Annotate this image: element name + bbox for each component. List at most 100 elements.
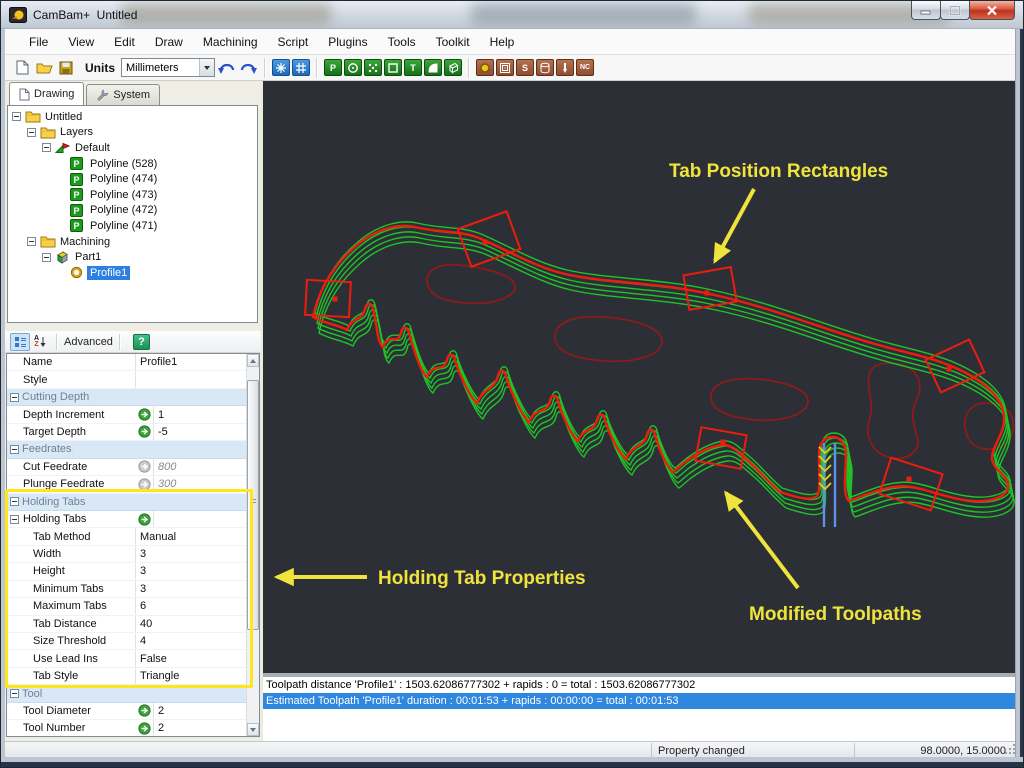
tab-system[interactable]: System: [86, 84, 160, 105]
property-row[interactable]: Width 3: [7, 546, 246, 563]
property-row[interactable]: Tool Number 2: [7, 720, 246, 737]
property-row[interactable]: Plunge Feedrate 300: [7, 476, 246, 493]
property-row[interactable]: Name Profile1: [7, 354, 246, 371]
categorized-view-button[interactable]: [10, 333, 30, 351]
tree-item[interactable]: P Polyline (472): [8, 203, 257, 219]
draw-text-button[interactable]: T: [404, 59, 422, 76]
tree-item[interactable]: Untitled: [8, 109, 257, 125]
property-value[interactable]: [153, 511, 246, 527]
property-value[interactable]: Profile1: [135, 354, 153, 370]
view-3d-button[interactable]: [444, 59, 462, 76]
tree-expander[interactable]: [42, 253, 51, 262]
tree-item[interactable]: Profile1: [8, 265, 257, 281]
property-value[interactable]: 300: [153, 476, 246, 492]
property-row[interactable]: Size Threshold 4: [7, 633, 246, 650]
drawing-canvas[interactable]: Tab Position Rectangles Holding Tab Prop…: [263, 81, 1015, 673]
menu-item[interactable]: Edit: [104, 29, 145, 55]
menu-item[interactable]: Help: [480, 29, 525, 55]
op-engrave-button[interactable]: S: [516, 59, 534, 76]
value-source-icon[interactable]: [135, 408, 153, 421]
row-expander[interactable]: [10, 689, 19, 698]
property-value[interactable]: [85, 494, 90, 510]
property-row[interactable]: Tab Distance 40: [7, 616, 246, 633]
draw-circle-button[interactable]: [344, 59, 362, 76]
property-value[interactable]: 4: [135, 633, 153, 649]
draw-rectangle-button[interactable]: [384, 59, 402, 76]
row-expander[interactable]: [10, 393, 19, 402]
tree-item[interactable]: Part1: [8, 249, 257, 265]
close-button[interactable]: [969, 1, 1015, 20]
property-row[interactable]: Depth Increment 1: [7, 406, 246, 423]
row-expander[interactable]: [10, 445, 19, 454]
property-row[interactable]: Use Lead Ins False: [7, 650, 246, 667]
property-value[interactable]: Triangle: [135, 668, 153, 684]
tree-item[interactable]: P Polyline (473): [8, 187, 257, 203]
tree-item[interactable]: Layers: [8, 125, 257, 141]
property-value[interactable]: 3: [135, 563, 153, 579]
units-dropdown[interactable]: Millimeters: [121, 58, 215, 77]
minimize-button[interactable]: [911, 1, 941, 20]
property-row[interactable]: Holding Tabs: [7, 511, 246, 528]
property-row[interactable]: Height 3: [7, 563, 246, 580]
tree-expander[interactable]: [27, 128, 36, 137]
property-value[interactable]: 800: [153, 459, 246, 475]
grid-icon[interactable]: [292, 59, 310, 76]
property-row[interactable]: Cutting Depth: [7, 389, 246, 406]
row-expander[interactable]: [10, 497, 19, 506]
property-row[interactable]: Style: [7, 371, 246, 388]
property-row[interactable]: Tool: [7, 685, 246, 702]
tree-expander[interactable]: [42, 143, 51, 152]
property-row[interactable]: Tab Method Manual: [7, 528, 246, 545]
chevron-down-icon[interactable]: [199, 59, 214, 76]
tree-item[interactable]: P Polyline (528): [8, 156, 257, 172]
value-source-icon[interactable]: [135, 704, 153, 717]
property-value[interactable]: 40: [135, 616, 153, 632]
tree-expander[interactable]: [12, 112, 21, 121]
property-row[interactable]: Holding Tabs: [7, 494, 246, 511]
undo-button[interactable]: [215, 57, 237, 79]
menu-item[interactable]: Draw: [145, 29, 193, 55]
tree-item[interactable]: P Polyline (474): [8, 171, 257, 187]
property-value[interactable]: 3: [135, 546, 153, 562]
property-value[interactable]: -5: [153, 424, 246, 440]
property-row[interactable]: Cut Feedrate 800: [7, 459, 246, 476]
alphabetical-sort-button[interactable]: AZ: [30, 333, 50, 351]
property-value[interactable]: 6: [135, 598, 153, 614]
op-3d-profile-button[interactable]: [536, 59, 554, 76]
property-row[interactable]: Feedrates: [7, 441, 246, 458]
toolpath-distance-message[interactable]: Toolpath distance 'Profile1' : 1503.6208…: [263, 677, 1017, 693]
help-button[interactable]: ?: [133, 334, 150, 350]
value-source-icon[interactable]: [135, 513, 153, 526]
new-file-button[interactable]: [11, 57, 33, 79]
op-profile-button[interactable]: [476, 59, 494, 76]
value-source-icon-default[interactable]: [135, 460, 153, 473]
draw-polyline-button[interactable]: P: [324, 59, 342, 76]
snap-points-icon[interactable]: [272, 59, 290, 76]
property-value[interactable]: 1: [153, 406, 246, 422]
menu-item[interactable]: Plugins: [318, 29, 377, 55]
draw-points-button[interactable]: [364, 59, 382, 76]
menu-item[interactable]: File: [19, 29, 58, 55]
maximize-button[interactable]: [940, 1, 970, 20]
property-value[interactable]: False: [135, 650, 153, 666]
properties-scrollbar[interactable]: [246, 354, 259, 736]
menu-item[interactable]: Machining: [193, 29, 268, 55]
open-file-button[interactable]: [33, 57, 55, 79]
tree-expander[interactable]: [27, 237, 36, 246]
property-row[interactable]: Minimum Tabs 3: [7, 581, 246, 598]
property-row[interactable]: Maximum Tabs 6: [7, 598, 246, 615]
save-button[interactable]: [55, 57, 77, 79]
property-value[interactable]: 2: [153, 703, 246, 719]
tree-item[interactable]: Default: [8, 140, 257, 156]
op-drill-button[interactable]: [556, 59, 574, 76]
property-value[interactable]: [89, 389, 94, 405]
property-row[interactable]: Tab Style Triangle: [7, 668, 246, 685]
property-row[interactable]: Target Depth -5: [7, 424, 246, 441]
scroll-up-button[interactable]: [247, 354, 259, 367]
value-source-icon-default[interactable]: [135, 478, 153, 491]
property-row[interactable]: Tool Diameter 2: [7, 703, 246, 720]
value-source-icon[interactable]: [135, 722, 153, 735]
op-pocket-button[interactable]: [496, 59, 514, 76]
op-gcode-button[interactable]: NC: [576, 59, 594, 76]
property-value[interactable]: Manual: [135, 528, 153, 544]
